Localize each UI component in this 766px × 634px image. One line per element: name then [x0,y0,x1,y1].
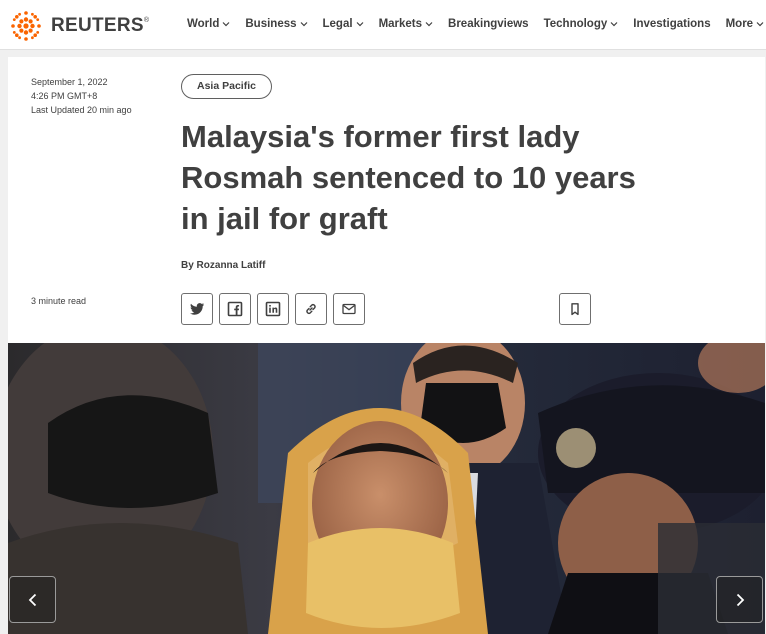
twitter-icon [190,303,204,315]
section-tag[interactable]: Asia Pacific [181,74,272,99]
nav-item-label: Markets [378,18,423,30]
chevron-down-icon [300,22,307,27]
chevron-down-icon [610,22,618,27]
nav-item-breakingviews[interactable]: Breakingviews [448,18,529,30]
main-menu: World Business Legal Markets Breakingviews Te… [187,18,766,30]
linkedin-share-button[interactable] [257,293,289,325]
nav-item-label: World [187,18,220,30]
nav-item-label: More [725,18,754,30]
headline-line: in jail for graft [181,201,388,236]
nav-item-more[interactable]: More [726,18,764,30]
nav-item-label: Business [245,18,297,30]
headline-line: Malaysia's former first lady [181,119,580,154]
chevron-down-icon [756,22,764,27]
email-icon [342,303,356,315]
facebook-share-button[interactable] [219,293,251,325]
nav-item-investigations[interactable]: Investigations [633,18,710,30]
top-nav: REUTERS® World Business Legal Markets Breaki… [0,0,766,50]
reuters-logo-icon [11,11,41,41]
brand-name: REUTERS® [51,15,150,36]
chevron-down-icon [222,22,230,27]
chevron-down-icon [356,22,363,27]
chevron-right-icon [736,593,744,606]
linkedin-icon [265,301,281,317]
nav-item-label: Legal [322,18,353,30]
reuters-logo[interactable]: REUTERS® [8,8,149,44]
gallery-prev-button[interactable] [9,576,56,623]
last-updated: Last Updated 20 min ago [31,105,132,115]
bookmark-button[interactable] [559,293,591,325]
nav-item-label: Breakingviews [448,18,529,30]
nav-item-legal[interactable]: Legal [323,18,364,30]
lead-photo-image [8,343,765,634]
publish-time: 4:26 PM GMT+8 [31,91,98,101]
article-header: September 1, 2022 4:26 PM GMT+8 Last Upd… [8,57,765,343]
copy-link-button[interactable] [295,293,327,325]
headline-line: Rosmah sentenced to 10 years [181,160,636,195]
lead-photo [8,343,765,634]
facebook-icon [227,301,243,317]
twitter-share-button[interactable] [181,293,213,325]
article-meta: September 1, 2022 4:26 PM GMT+8 Last Upd… [31,75,132,117]
chevron-left-icon [28,593,36,606]
publish-date: September 1, 2022 [31,77,108,87]
link-icon [306,304,316,314]
chevron-down-icon [425,22,433,27]
nav-item-business[interactable]: Business [245,18,307,30]
bookmark-icon [571,303,579,316]
gallery-next-button[interactable] [716,576,763,623]
nav-item-world[interactable]: World [187,18,230,30]
read-time: 3 minute read [31,296,87,306]
nav-item-markets[interactable]: Markets [379,18,433,30]
nav-item-label: Technology [543,18,608,30]
nav-item-label: Investigations [633,18,711,30]
headline: Malaysia's former first lady Rosmah sent… [181,116,701,239]
email-share-button[interactable] [333,293,365,325]
byline[interactable]: By Rozanna Latiff [181,260,265,271]
nav-item-technology[interactable]: Technology [544,18,619,30]
